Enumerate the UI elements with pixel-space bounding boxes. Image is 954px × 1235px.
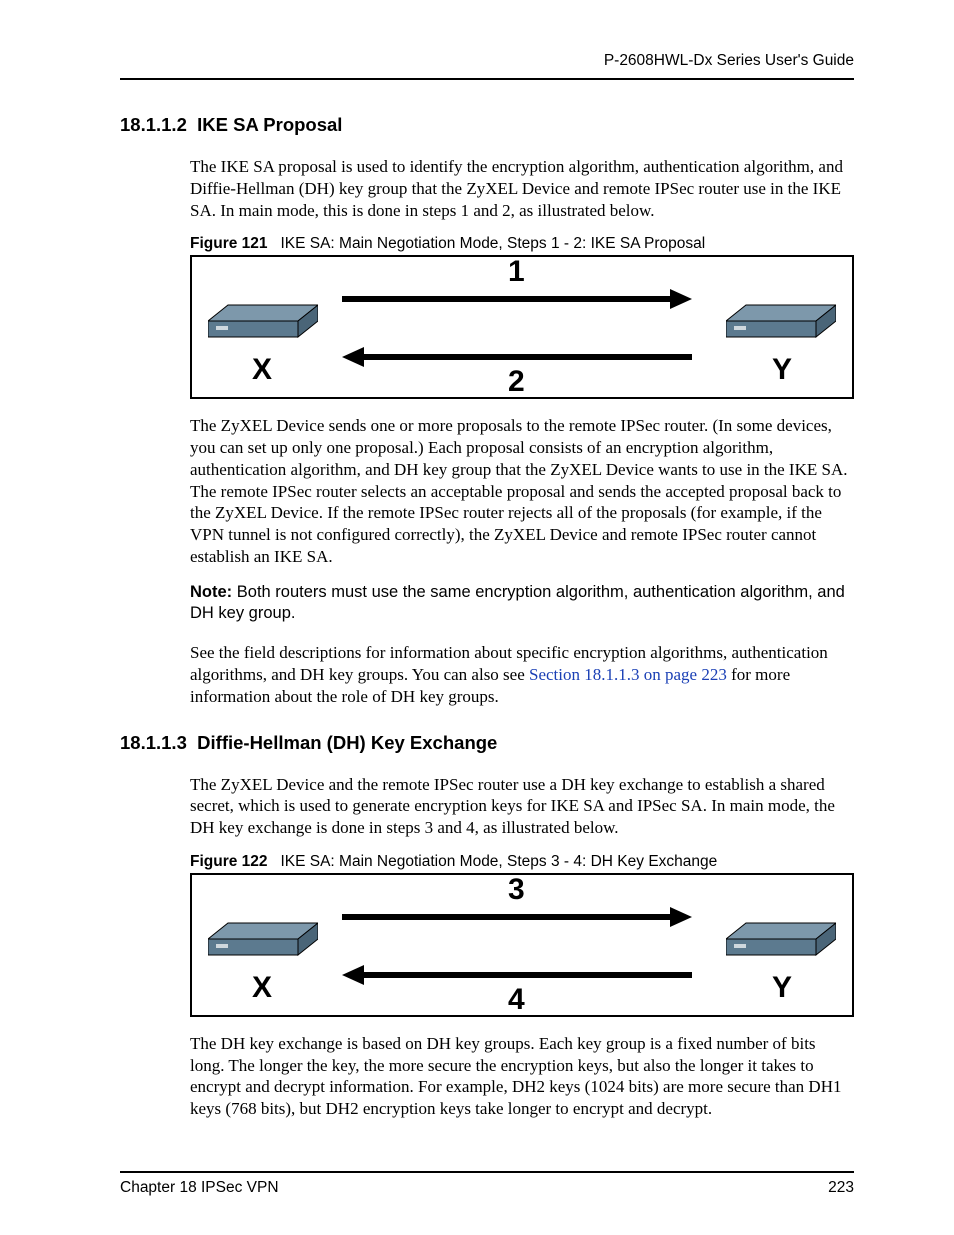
device-left-icon — [208, 303, 318, 347]
note-label: Note: — [190, 583, 232, 601]
device-left-label: X — [252, 971, 272, 1005]
footer-rule — [120, 1171, 854, 1173]
figure-caption-121: Figure 121 IKE SA: Main Negotiation Mode… — [190, 235, 854, 253]
arrow-right-icon — [342, 287, 692, 311]
footer-page-number: 223 — [828, 1179, 854, 1197]
section-heading-ike-proposal: 18.1.1.2 IKE SA Proposal — [120, 114, 854, 136]
arrow-bottom-number: 2 — [508, 365, 525, 399]
device-left-label: X — [252, 353, 272, 387]
figure-label: Figure 122 — [190, 853, 268, 870]
arrow-top-number: 3 — [508, 873, 525, 907]
para-intro-2: The ZyXEL Device and the remote IPSec ro… — [190, 774, 854, 839]
figure-caption-122: Figure 122 IKE SA: Main Negotiation Mode… — [190, 853, 854, 871]
device-right-icon — [726, 921, 836, 965]
figure-122: X Y 3 4 — [190, 873, 854, 1017]
device-right-label: Y — [772, 971, 792, 1005]
figure-label: Figure 121 — [190, 235, 268, 252]
figure-121: X Y 1 2 — [190, 255, 854, 399]
arrow-top-number: 1 — [508, 255, 525, 289]
arrow-right-icon — [342, 905, 692, 929]
section1-body: The IKE SA proposal is used to identify … — [190, 156, 854, 708]
cross-ref-link[interactable]: Section 18.1.1.3 on page 223 — [529, 665, 727, 684]
footer-chapter: Chapter 18 IPSec VPN — [120, 1179, 279, 1197]
para-intro-1: The IKE SA proposal is used to identify … — [190, 156, 854, 221]
page-footer: Chapter 18 IPSec VPN 223 — [120, 1171, 854, 1197]
device-right-icon — [726, 303, 836, 347]
figure-caption-text: IKE SA: Main Negotiation Mode, Steps 1 -… — [280, 235, 705, 252]
header-guide-title: P-2608HWL-Dx Series User's Guide — [120, 52, 854, 70]
section2-body: The ZyXEL Device and the remote IPSec ro… — [190, 774, 854, 1120]
arrow-bottom-number: 4 — [508, 983, 525, 1017]
section-title: Diffie-Hellman (DH) Key Exchange — [197, 732, 497, 753]
para-see-also: See the field descriptions for informati… — [190, 642, 854, 707]
figure-caption-text: IKE SA: Main Negotiation Mode, Steps 3 -… — [280, 853, 717, 870]
header-rule — [120, 78, 854, 80]
note-block: Note: Both routers must use the same enc… — [190, 582, 854, 625]
note-text: Both routers must use the same encryptio… — [190, 583, 845, 622]
device-left-icon — [208, 921, 318, 965]
device-right-label: Y — [772, 353, 792, 387]
document-page: P-2608HWL-Dx Series User's Guide 18.1.1.… — [0, 0, 954, 1235]
para-explain-1: The ZyXEL Device sends one or more propo… — [190, 415, 854, 567]
para-explain-2: The DH key exchange is based on DH key g… — [190, 1033, 854, 1120]
section-heading-dh-exchange: 18.1.1.3 Diffie-Hellman (DH) Key Exchang… — [120, 732, 854, 754]
section-number: 18.1.1.2 — [120, 114, 187, 135]
section-number: 18.1.1.3 — [120, 732, 187, 753]
section-title: IKE SA Proposal — [197, 114, 342, 135]
